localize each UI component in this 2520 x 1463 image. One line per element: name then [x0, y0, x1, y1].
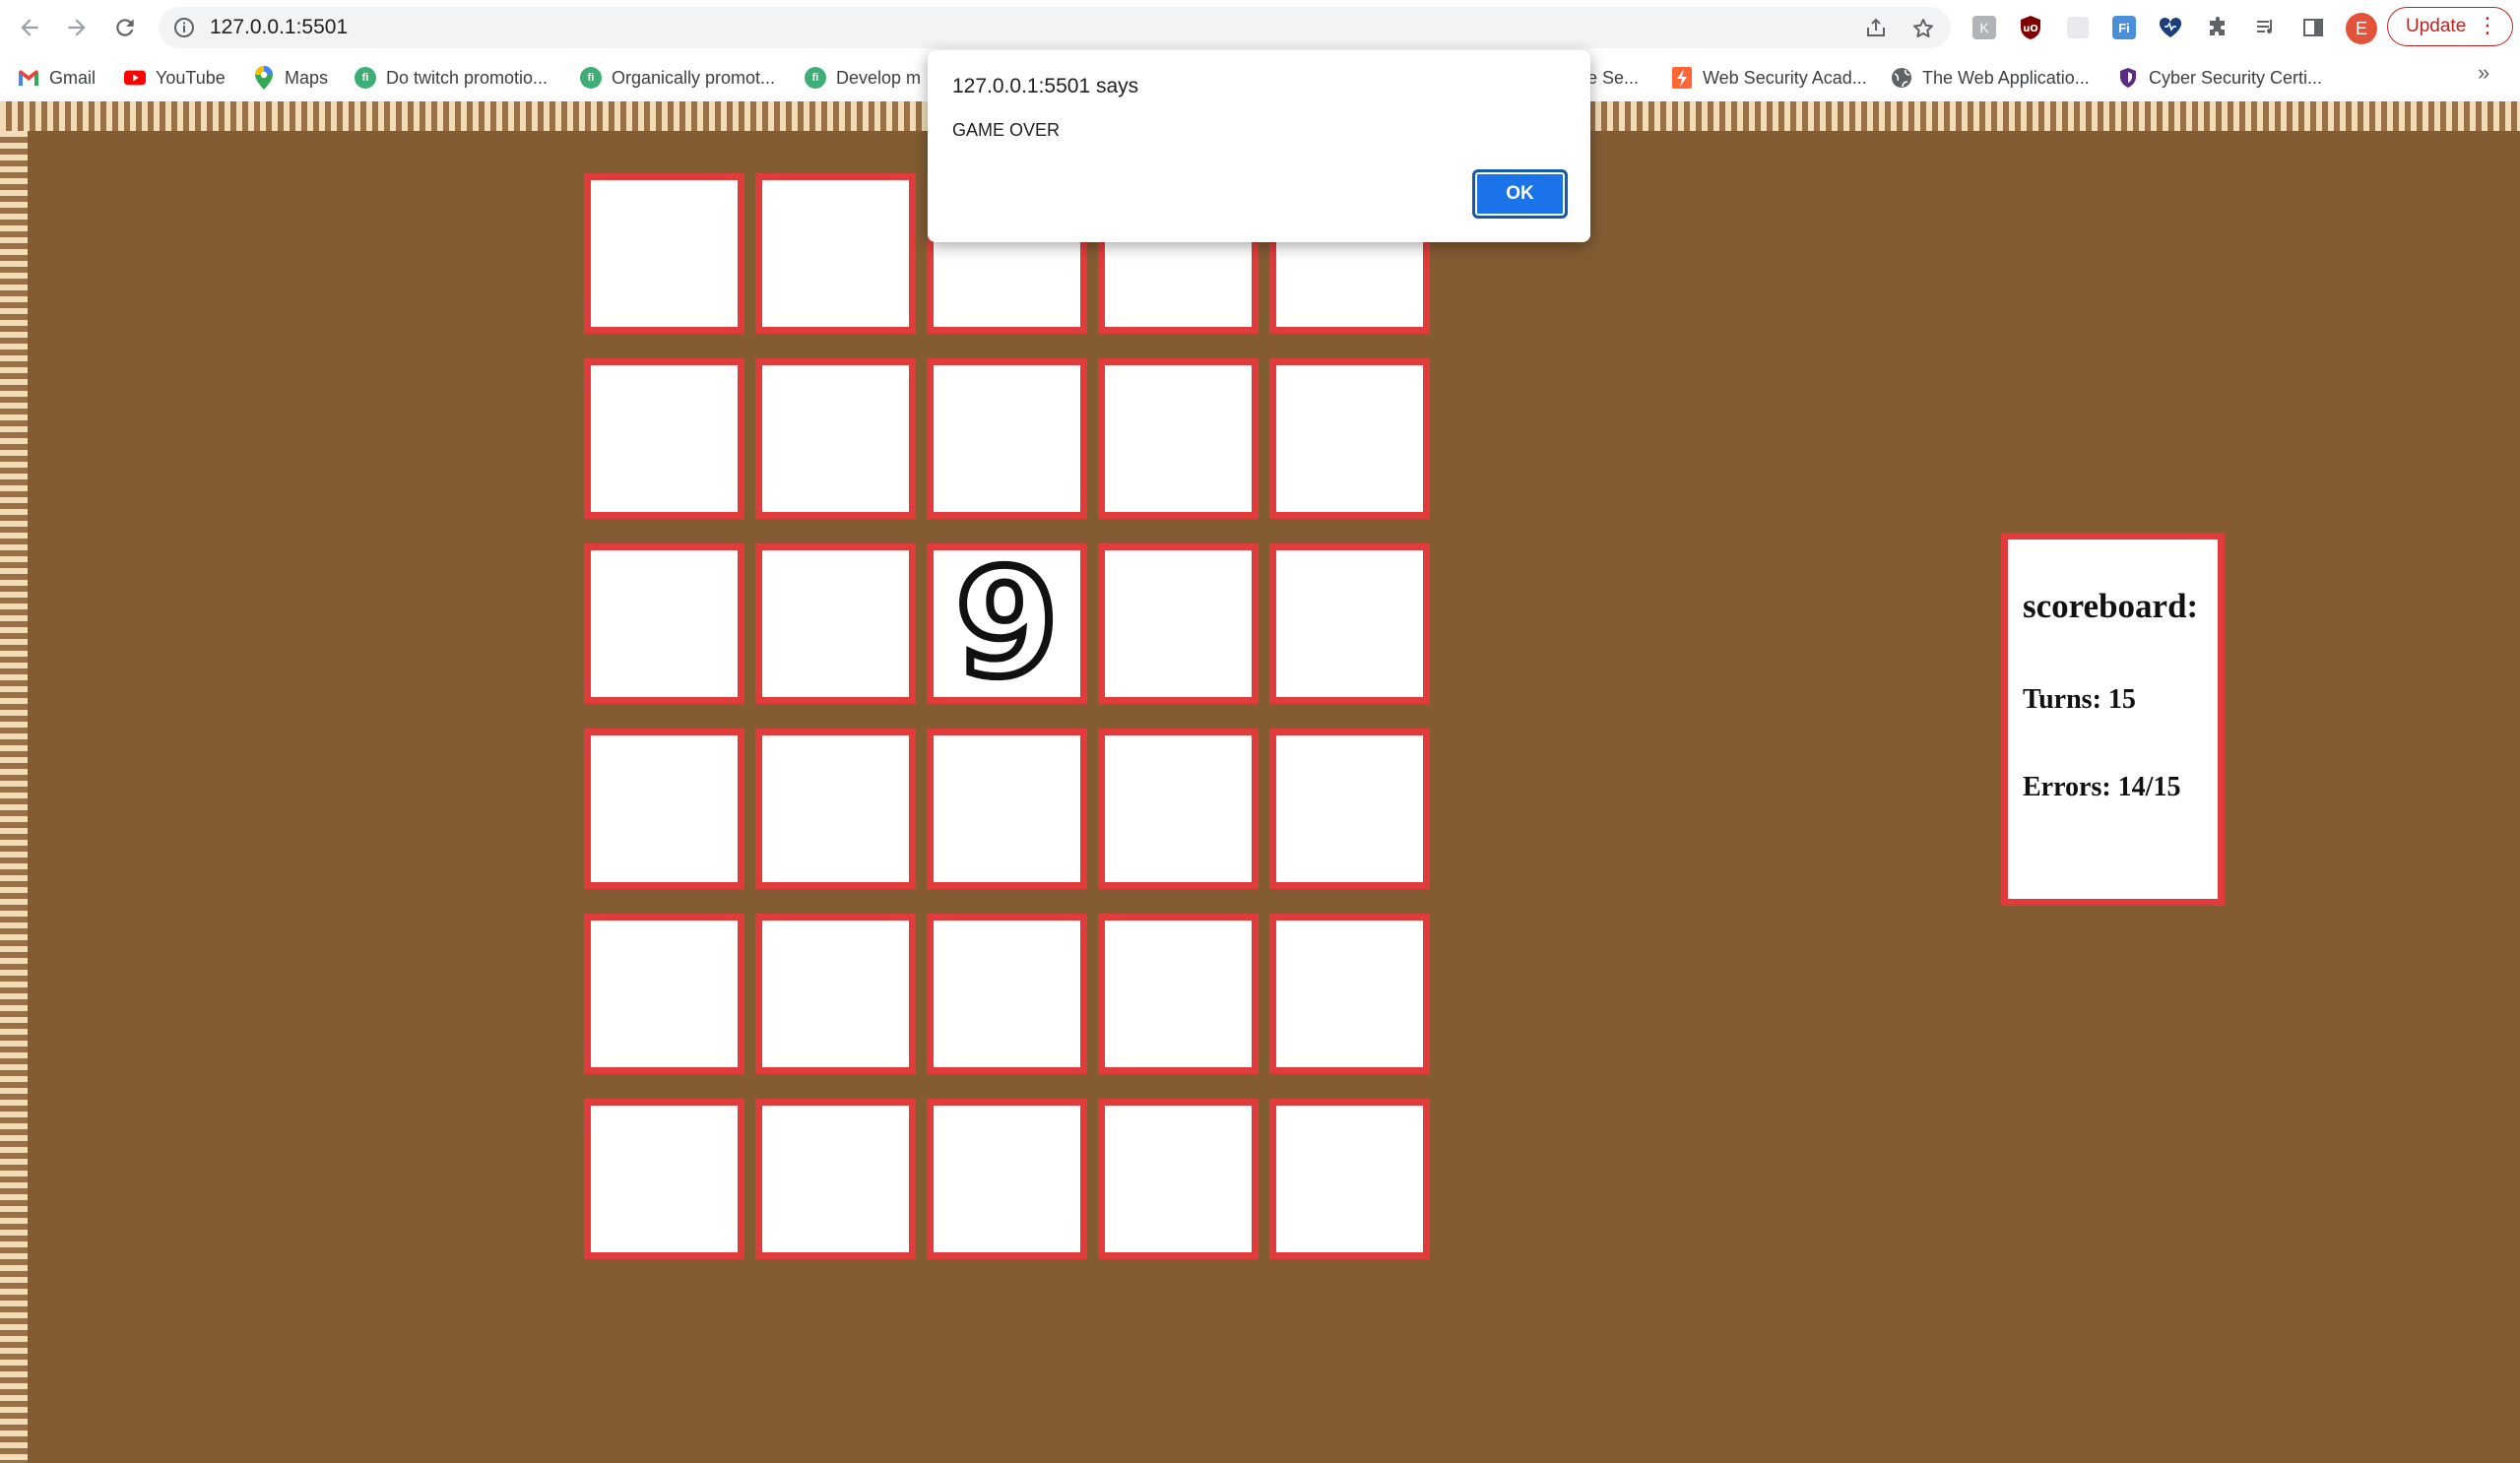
memory-card[interactable]: [584, 358, 744, 519]
fi-icon: fi: [580, 67, 602, 89]
bookmark-label: The Web Applicatio...: [1922, 67, 2090, 88]
memory-card[interactable]: [1098, 729, 1259, 889]
bookmark-star-icon[interactable]: [1911, 17, 1935, 40]
bookmark-twitch-promotion[interactable]: fi Do twitch promotio...: [355, 64, 548, 92]
reload-icon[interactable]: [109, 12, 141, 43]
site-info-icon[interactable]: [172, 16, 196, 39]
back-icon[interactable]: [14, 12, 45, 43]
memory-card[interactable]: [1269, 914, 1430, 1074]
memory-card[interactable]: [584, 914, 744, 1074]
bookmark-web-security-academy[interactable]: Web Security Acad...: [1671, 64, 1867, 92]
side-panel-icon[interactable]: [2298, 13, 2328, 42]
ok-button[interactable]: OK: [1472, 169, 1568, 219]
menu-dots-icon: ⋮: [2477, 13, 2498, 37]
extension-blank-icon[interactable]: [2063, 13, 2093, 42]
youtube-icon: [124, 67, 146, 89]
memory-card[interactable]: [927, 914, 1087, 1074]
memory-card[interactable]: [755, 173, 916, 334]
memory-card[interactable]: [755, 543, 916, 704]
game-page: 9 scoreboard: Turns: 15 Errors: 14/15: [0, 101, 2520, 1463]
more-bookmarks-icon[interactable]: »: [2478, 60, 2489, 86]
extension-fi-icon[interactable]: Fi: [2109, 13, 2139, 42]
card-symbol: 9: [951, 538, 1062, 710]
address-bar[interactable]: 127.0.0.1:5501: [159, 7, 1951, 48]
memory-card[interactable]: [755, 729, 916, 889]
bookmark-develop[interactable]: fi Develop m: [805, 64, 921, 92]
memory-card[interactable]: [584, 1099, 744, 1259]
memory-card[interactable]: [1098, 358, 1259, 519]
bookmark-youtube[interactable]: YouTube: [124, 64, 226, 92]
memory-card[interactable]: 9: [927, 543, 1087, 704]
bookmark-label: YouTube: [156, 67, 226, 88]
memory-card[interactable]: [1269, 543, 1430, 704]
gmail-icon: [18, 67, 39, 89]
memory-card[interactable]: [927, 358, 1087, 519]
memory-card[interactable]: [1098, 1099, 1259, 1259]
memory-card[interactable]: [584, 173, 744, 334]
bookmark-label: Organically promot...: [612, 67, 776, 88]
bookmark-label: Develop m: [836, 67, 922, 88]
turns-counter: Turns: 15: [2023, 684, 2136, 715]
bookmark-label: Web Security Acad...: [1703, 67, 1867, 88]
fi-icon: fi: [805, 67, 826, 89]
memory-card[interactable]: [1098, 914, 1259, 1074]
update-label: Update: [2406, 16, 2467, 36]
memory-card[interactable]: [755, 1099, 916, 1259]
profile-avatar[interactable]: E: [2346, 13, 2377, 44]
globe-icon: [1891, 67, 1912, 89]
extension-k-icon[interactable]: K: [1970, 13, 1999, 42]
memory-card[interactable]: [584, 729, 744, 889]
update-button[interactable]: Update ⋮: [2387, 7, 2513, 46]
alert-dialog: 127.0.0.1:5501 says GAME OVER OK: [928, 50, 1590, 242]
memory-card[interactable]: [1269, 1099, 1430, 1259]
memory-card[interactable]: [1098, 543, 1259, 704]
memory-card[interactable]: [755, 358, 916, 519]
dialog-title: 127.0.0.1:5501 says: [952, 75, 1139, 97]
bookmark-web-application[interactable]: The Web Applicatio...: [1891, 64, 2090, 92]
bookmark-label: Maps: [285, 67, 329, 88]
memory-card[interactable]: [927, 729, 1087, 889]
share-icon[interactable]: [1864, 17, 1888, 40]
maps-icon: [253, 66, 275, 90]
svg-text:uO: uO: [2023, 24, 2038, 34]
bookmark-label: Cyber Security Certi...: [2149, 67, 2323, 88]
memory-card[interactable]: [1269, 358, 1430, 519]
memory-card[interactable]: [584, 543, 744, 704]
fi-icon: fi: [355, 67, 376, 89]
bookmark-label: Gmail: [49, 67, 97, 88]
forward-icon[interactable]: [61, 12, 93, 43]
bookmark-maps[interactable]: Maps: [253, 64, 328, 92]
extensions-puzzle-icon[interactable]: [2204, 13, 2233, 42]
ublock-origin-icon[interactable]: uO: [2016, 13, 2045, 42]
bookmark-cyber-security[interactable]: Cyber Security Certi...: [2117, 64, 2322, 92]
scoreboard: scoreboard: Turns: 15 Errors: 14/15: [2001, 533, 2225, 906]
memory-card[interactable]: [927, 1099, 1087, 1259]
bookmark-organically-promote[interactable]: fi Organically promot...: [580, 64, 775, 92]
scoreboard-title: scoreboard:: [2023, 587, 2199, 625]
memory-card[interactable]: [755, 914, 916, 1074]
bookmark-gmail[interactable]: Gmail: [18, 64, 96, 92]
decorative-border-left: [0, 131, 28, 1463]
media-queue-icon[interactable]: [2251, 13, 2281, 42]
memory-card[interactable]: [1269, 729, 1430, 889]
lightning-icon: [1671, 67, 1693, 89]
extension-heart-icon[interactable]: [2156, 13, 2185, 42]
url-text: 127.0.0.1:5501: [210, 16, 349, 38]
bookmark-label: Do twitch promotio...: [386, 67, 549, 88]
errors-counter: Errors: 14/15: [2023, 772, 2181, 802]
dialog-message: GAME OVER: [952, 120, 1061, 140]
shield-icon: [2117, 67, 2139, 89]
browser-toolbar: 127.0.0.1:5501 K uO Fi E Update ⋮: [0, 0, 2520, 55]
